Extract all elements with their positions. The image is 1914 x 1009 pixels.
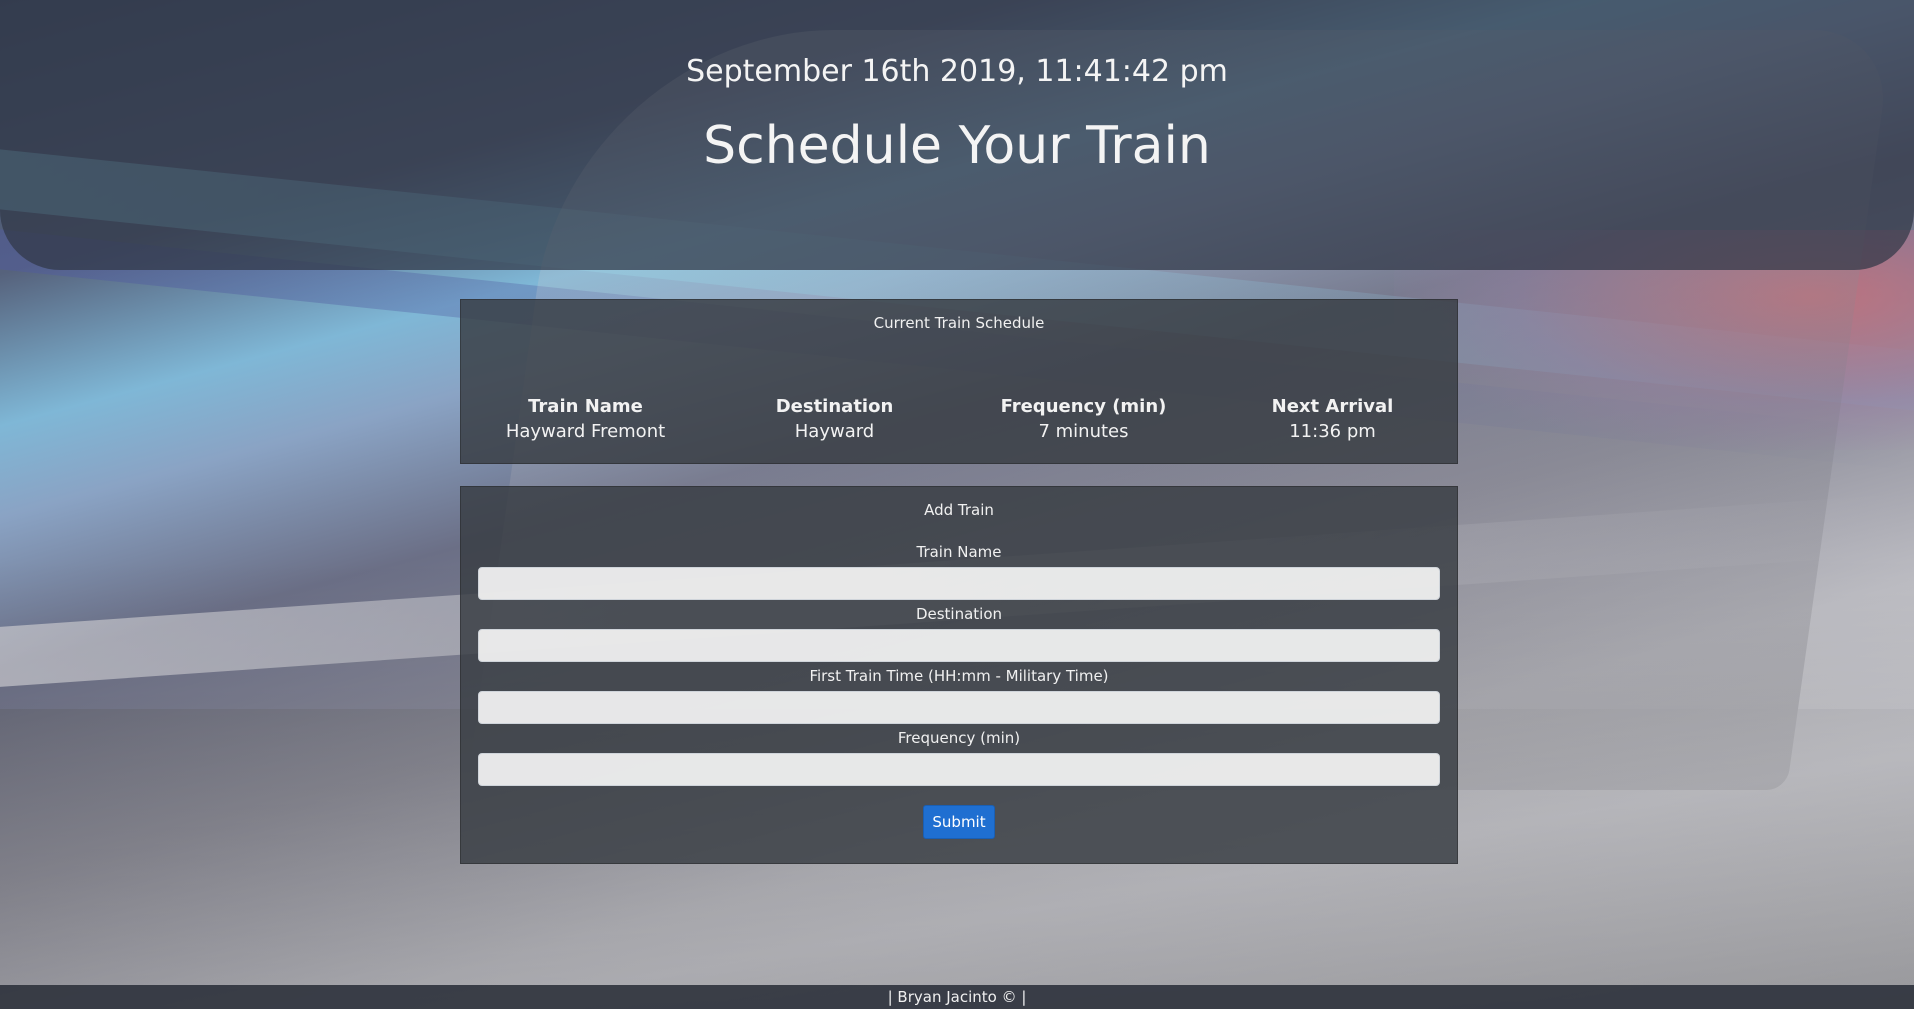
column-header-destination: Destination [775, 396, 894, 417]
footer: | Bryan Jacinto © | [0, 985, 1914, 1009]
schedule-heading: Current Train Schedule [873, 314, 1045, 332]
page-title: Schedule Your Train [703, 116, 1211, 176]
form-spacer [461, 791, 1457, 805]
frequency-label: Frequency (min) [897, 729, 1021, 747]
destination-input[interactable] [478, 629, 1440, 662]
table-cell: Hayward Fremont [505, 421, 666, 442]
first-train-time-input[interactable] [478, 691, 1440, 724]
table-cell: 7 minutes [1038, 421, 1129, 442]
form-group: First Train Time (HH:mm - Military Time) [461, 667, 1457, 729]
add-train-form: Train Name Destination First Train Time … [461, 543, 1457, 839]
frequency-input[interactable] [478, 753, 1440, 786]
form-group: Frequency (min) [461, 729, 1457, 791]
add-train-panel: Add Train Train Name Destination First T… [460, 486, 1458, 864]
schedule-column: Train Name Hayward Fremont [466, 396, 705, 442]
table-cell: Hayward [794, 421, 875, 442]
column-header-next-arrival: Next Arrival [1271, 396, 1394, 417]
form-group: Destination [461, 605, 1457, 667]
add-train-heading: Add Train [924, 501, 994, 519]
column-header-train-name: Train Name [528, 396, 643, 417]
schedule-panel: Current Train Schedule Train Name Haywar… [460, 299, 1458, 464]
form-group: Train Name [461, 543, 1457, 605]
destination-label: Destination [915, 605, 1003, 623]
schedule-column: Destination Hayward [715, 396, 954, 442]
page-header: September 16th 2019, 11:41:42 pm Schedul… [0, 0, 1914, 270]
column-header-frequency: Frequency (min) [1000, 396, 1167, 417]
schedule-table: Train Name Hayward Fremont Destination H… [461, 396, 1457, 442]
submit-button[interactable]: Submit [923, 805, 995, 839]
current-time: September 16th 2019, 11:41:42 pm [686, 54, 1228, 89]
train-name-input[interactable] [478, 567, 1440, 600]
schedule-column: Frequency (min) 7 minutes [964, 396, 1203, 442]
train-name-label: Train Name [916, 543, 1002, 561]
table-cell: 11:36 pm [1289, 421, 1376, 442]
first-train-time-label: First Train Time (HH:mm - Military Time) [809, 667, 1109, 685]
schedule-column: Next Arrival 11:36 pm [1213, 396, 1452, 442]
